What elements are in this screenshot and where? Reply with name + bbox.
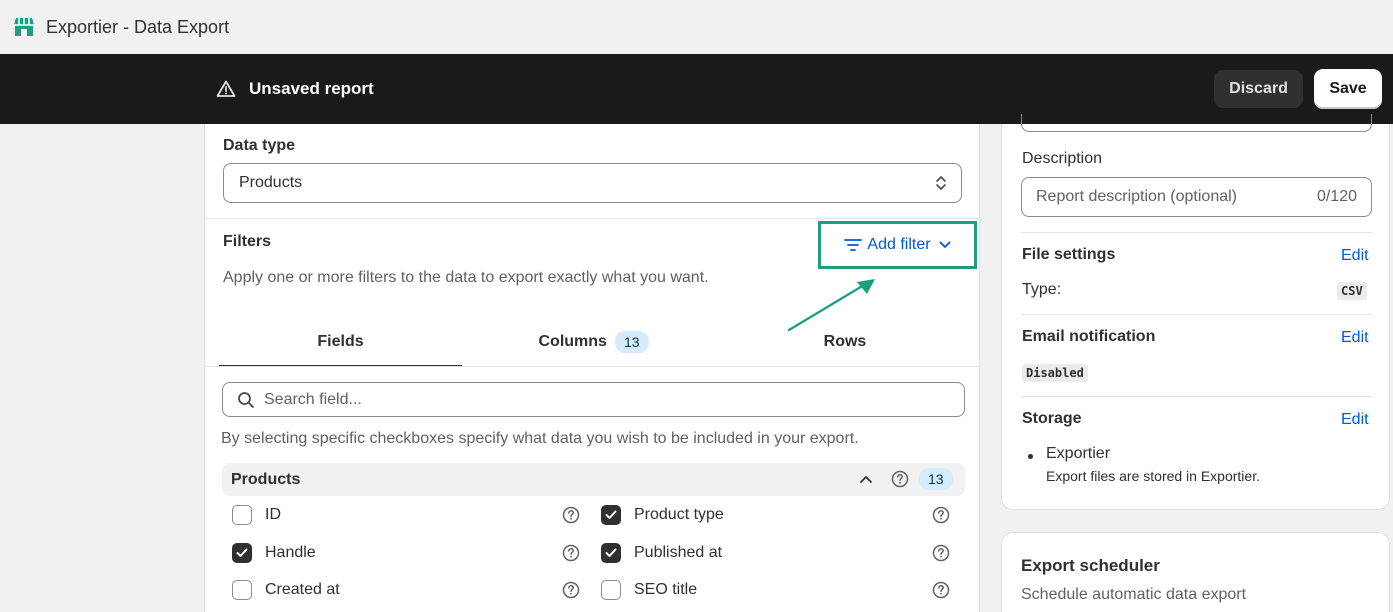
email-status-badge: Disabled xyxy=(1022,364,1088,382)
tab-fields[interactable]: Fields xyxy=(219,317,462,367)
email-notification-edit-link[interactable]: Edit xyxy=(1341,329,1369,347)
divider xyxy=(1021,232,1372,233)
export-scheduler-card: Export scheduler Schedule automatic data… xyxy=(1001,532,1390,612)
scheduler-description: Schedule automatic data export xyxy=(1021,586,1247,603)
help-icon[interactable] xyxy=(891,470,909,488)
columns-count-badge: 13 xyxy=(614,331,649,353)
app-title: Exportier - Data Export xyxy=(46,16,230,37)
description-input[interactable]: Report description (optional) 0/120 xyxy=(1021,177,1372,217)
checkbox-checked[interactable] xyxy=(601,505,621,525)
tab-fields-label: Fields xyxy=(317,333,364,350)
bullet xyxy=(1028,454,1033,459)
select-chevron-icon xyxy=(936,176,946,190)
field-created-at[interactable]: Created at xyxy=(232,578,340,602)
field-seo-title[interactable]: SEO title xyxy=(601,578,697,602)
field-label: Created at xyxy=(265,581,340,598)
file-type-value: CSV xyxy=(1337,282,1367,300)
report-details-card: Description Report description (optional… xyxy=(1001,114,1390,510)
field-label: SEO title xyxy=(634,581,698,598)
checkmark-icon xyxy=(605,510,617,519)
context-title: Unsaved report xyxy=(249,79,374,98)
search-field-box xyxy=(222,382,965,417)
products-group-header[interactable]: Products 13 xyxy=(222,463,965,496)
help-icon[interactable] xyxy=(932,544,950,562)
divider xyxy=(1021,314,1372,315)
chevron-up-icon[interactable] xyxy=(859,474,873,484)
fields-help-text: By selecting specific checkboxes specify… xyxy=(221,430,859,447)
checkmark-icon xyxy=(605,548,617,557)
storage-item-name: Exportier xyxy=(1046,445,1111,462)
tabs-divider xyxy=(205,366,981,367)
warning-icon xyxy=(216,80,236,97)
field-published-at[interactable]: Published at xyxy=(601,541,722,565)
checkbox-unchecked[interactable] xyxy=(232,580,252,600)
description-counter: 0/120 xyxy=(1316,188,1357,205)
checkbox-checked[interactable] xyxy=(232,543,252,563)
data-type-select[interactable]: Products xyxy=(223,163,962,203)
data-type-label: Data type xyxy=(223,137,296,154)
divider xyxy=(1021,396,1372,397)
filters-label: Filters xyxy=(223,233,272,250)
add-filter-label: Add filter xyxy=(867,236,931,253)
group-title: Products xyxy=(231,470,301,488)
help-icon[interactable] xyxy=(932,506,950,524)
storage-item-description: Export files are stored in Exportier. xyxy=(1046,468,1260,484)
store-icon xyxy=(14,18,34,36)
storage-edit-link[interactable]: Edit xyxy=(1341,411,1369,429)
search-input[interactable] xyxy=(264,390,944,409)
field-id[interactable]: ID xyxy=(232,503,281,527)
filter-icon xyxy=(844,239,863,251)
help-icon[interactable] xyxy=(562,581,580,599)
storage-title: Storage xyxy=(1022,410,1082,427)
scheduler-title: Export scheduler xyxy=(1021,556,1160,575)
divider xyxy=(205,218,981,219)
window-titlebar: Exportier - Data Export xyxy=(0,0,1393,54)
field-label: Handle xyxy=(265,544,316,561)
discard-button[interactable]: Discard xyxy=(1214,70,1303,108)
filters-description: Apply one or more filters to the data to… xyxy=(223,269,709,286)
checkmark-icon xyxy=(236,548,248,557)
data-type-value: Products xyxy=(239,174,303,191)
report-name-input[interactable] xyxy=(1021,114,1372,132)
file-settings-title: File settings xyxy=(1022,246,1116,263)
checkbox-checked[interactable] xyxy=(601,543,621,563)
field-label: ID xyxy=(265,506,281,523)
description-placeholder: Report description (optional) xyxy=(1036,188,1237,205)
file-settings-edit-link[interactable]: Edit xyxy=(1341,247,1369,265)
help-icon[interactable] xyxy=(562,544,580,562)
tab-columns-label: Columns xyxy=(538,333,607,350)
email-notification-title: Email notification xyxy=(1022,328,1156,345)
unsaved-indicator: Unsaved report xyxy=(216,54,374,124)
tab-columns[interactable]: Columns 13 xyxy=(464,317,723,367)
field-label: Product type xyxy=(634,506,724,523)
search-icon xyxy=(238,391,254,408)
field-label: Published at xyxy=(634,544,723,561)
add-filter-button[interactable]: Add filter xyxy=(818,221,977,269)
checkbox-unchecked[interactable] xyxy=(232,505,252,525)
tab-rows-label: Rows xyxy=(823,333,867,350)
help-icon[interactable] xyxy=(932,581,950,599)
save-button[interactable]: Save xyxy=(1314,69,1382,109)
help-icon[interactable] xyxy=(562,506,580,524)
report-settings-card: Data type Products Filters Apply one or … xyxy=(204,124,981,612)
tab-rows[interactable]: Rows xyxy=(723,317,967,367)
field-product-type[interactable]: Product type xyxy=(601,503,724,527)
file-type-label: Type: xyxy=(1022,281,1062,298)
group-count-badge: 13 xyxy=(919,468,953,490)
checkbox-unchecked[interactable] xyxy=(601,580,621,600)
description-label: Description xyxy=(1022,150,1103,167)
chevron-down-icon xyxy=(939,241,950,248)
field-handle[interactable]: Handle xyxy=(232,541,316,565)
